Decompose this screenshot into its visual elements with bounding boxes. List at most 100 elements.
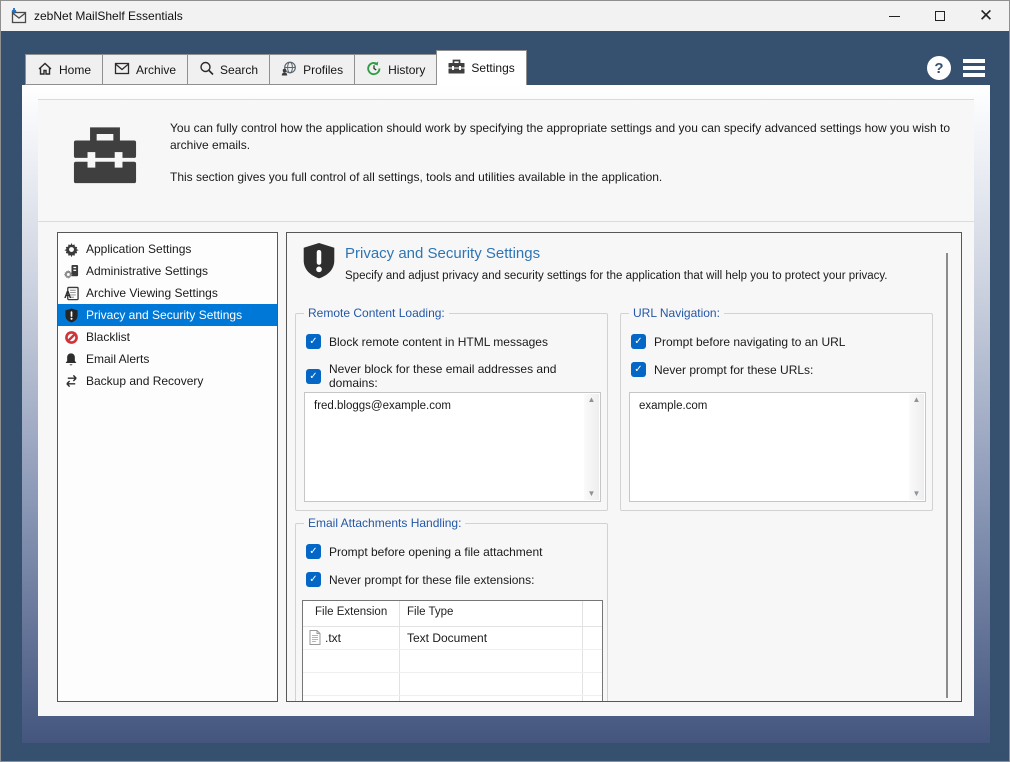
question-mark-icon: ? — [934, 60, 943, 77]
scroll-up-icon[interactable]: ▲ — [913, 396, 921, 404]
table-empty-row[interactable] — [303, 696, 602, 702]
table-row[interactable]: .txt Text Document — [303, 627, 602, 650]
group-email-attachments-handling: Email Attachments Handling: ✓ Prompt bef… — [295, 523, 608, 702]
allowed-addresses-list[interactable]: fred.bloggs@example.com ▲ ▼ — [304, 392, 601, 502]
checkbox-checked-icon[interactable]: ✓ — [306, 572, 321, 587]
group-url-navigation: URL Navigation: ✓ Prompt before navigati… — [620, 313, 933, 511]
tab-profiles[interactable]: Profiles — [270, 54, 355, 85]
tab-search[interactable]: Search — [188, 54, 270, 85]
settings-page: You can fully control how the applicatio… — [38, 99, 974, 716]
main-tab-bar: Home Archive Search Profiles History — [25, 50, 527, 85]
tab-history[interactable]: History — [355, 54, 437, 85]
checkbox-checked-icon[interactable]: ✓ — [306, 369, 321, 384]
sidebar-item-application-settings[interactable]: Application Settings — [58, 238, 277, 260]
sidebar-item-backup-and-recovery[interactable]: Backup and Recovery — [58, 370, 277, 392]
column-header-file-type[interactable]: File Type — [407, 606, 453, 618]
file-icon — [309, 630, 321, 648]
admin-gear-icon — [63, 263, 79, 279]
tab-settings[interactable]: Settings — [436, 50, 526, 85]
blacklist-icon — [63, 329, 79, 345]
header-paragraph-2: This section gives you full control of a… — [170, 169, 970, 186]
bell-icon — [63, 351, 79, 367]
list-item[interactable]: example.com — [639, 400, 707, 412]
checkbox-prompt-before-opening-attachment[interactable]: ✓ Prompt before opening a file attachmen… — [306, 544, 542, 559]
app-window: zebNet MailShelf Essentials ✕ Home Archi… — [0, 0, 1010, 762]
title-bar: zebNet MailShelf Essentials ✕ — [1, 1, 1009, 31]
window-title: zebNet MailShelf Essentials — [34, 9, 183, 23]
svg-text:A: A — [64, 290, 72, 301]
close-button[interactable]: ✕ — [963, 1, 1009, 31]
panel-subtitle: Specify and adjust privacy and security … — [345, 270, 887, 282]
table-empty-row[interactable] — [303, 650, 602, 673]
checkbox-checked-icon[interactable]: ✓ — [306, 334, 321, 349]
app-logo-icon — [10, 8, 28, 28]
header-paragraph-1: You can fully control how the applicatio… — [170, 120, 970, 155]
table-header-row: File Extension File Type — [303, 601, 602, 627]
checkbox-checked-icon[interactable]: ✓ — [631, 362, 646, 377]
checkbox-label: Never block for these email addresses an… — [329, 362, 607, 390]
sidebar-item-privacy-and-security[interactable]: Privacy and Security Settings — [58, 304, 277, 326]
cell-file-extension: .txt — [325, 631, 341, 645]
tab-label: Settings — [471, 61, 514, 75]
group-label: URL Navigation: — [629, 306, 724, 320]
shield-alert-icon — [63, 307, 79, 323]
archive-viewing-icon: A — [63, 285, 79, 301]
scroll-down-icon[interactable]: ▼ — [588, 490, 596, 498]
column-header-file-extension[interactable]: File Extension — [315, 606, 387, 618]
cell-file-type: Text Document — [407, 631, 487, 645]
profiles-globe-icon — [281, 61, 297, 79]
sidebar-item-email-alerts[interactable]: Email Alerts — [58, 348, 277, 370]
toolbox-large-icon — [72, 124, 138, 189]
checkbox-never-prompt-urls[interactable]: ✓ Never prompt for these URLs: — [631, 362, 813, 377]
shield-large-icon — [301, 241, 337, 284]
checkbox-label: Prompt before navigating to an URL — [654, 335, 845, 349]
group-remote-content-loading: Remote Content Loading: ✓ Block remote c… — [295, 313, 608, 511]
sidebar-item-administrative-settings[interactable]: Administrative Settings — [58, 260, 277, 282]
settings-category-list: Application Settings Administrative Sett… — [57, 232, 278, 702]
group-label: Remote Content Loading: — [304, 306, 449, 320]
panel-scrollbar[interactable] — [946, 253, 948, 698]
tab-label: Search — [220, 63, 258, 77]
checkbox-label: Prompt before opening a file attachment — [329, 545, 542, 559]
checkbox-never-block-addresses[interactable]: ✓ Never block for these email addresses … — [306, 362, 607, 390]
tab-archive[interactable]: Archive — [103, 54, 188, 85]
privacy-settings-panel: Privacy and Security Settings Specify an… — [286, 232, 962, 702]
sidebar-item-label: Archive Viewing Settings — [86, 286, 218, 300]
sidebar-item-label: Application Settings — [86, 242, 191, 256]
sidebar-item-label: Backup and Recovery — [86, 374, 203, 388]
checkbox-prompt-before-navigating[interactable]: ✓ Prompt before navigating to an URL — [631, 334, 845, 349]
allowed-urls-list[interactable]: example.com ▲ ▼ — [629, 392, 926, 502]
checkbox-checked-icon[interactable]: ✓ — [631, 334, 646, 349]
tab-label: Archive — [136, 63, 176, 77]
tab-label: Profiles — [303, 63, 343, 77]
sidebar-item-archive-viewing-settings[interactable]: A Archive Viewing Settings — [58, 282, 277, 304]
list-scrollbar[interactable]: ▲ ▼ — [584, 394, 599, 500]
checkbox-block-remote-content[interactable]: ✓ Block remote content in HTML messages — [306, 334, 548, 349]
hamburger-menu-button[interactable] — [963, 59, 985, 77]
table-empty-row[interactable] — [303, 673, 602, 696]
scroll-down-icon[interactable]: ▼ — [913, 490, 921, 498]
file-extensions-table[interactable]: File Extension File Type .txt Text Docum… — [302, 600, 603, 702]
list-scrollbar[interactable]: ▲ ▼ — [909, 394, 924, 500]
tab-label: Home — [59, 63, 91, 77]
minimize-button[interactable] — [871, 1, 917, 31]
envelope-icon — [114, 62, 130, 78]
panel-title: Privacy and Security Settings — [345, 245, 540, 262]
maximize-button[interactable] — [917, 1, 963, 31]
home-icon — [37, 61, 53, 79]
help-button[interactable]: ? — [927, 56, 951, 80]
tab-label: History — [388, 63, 425, 77]
content-card: You can fully control how the applicatio… — [22, 85, 990, 743]
tab-home[interactable]: Home — [25, 54, 103, 85]
checkbox-never-prompt-extensions[interactable]: ✓ Never prompt for these file extensions… — [306, 572, 534, 587]
sidebar-item-label: Administrative Settings — [86, 264, 208, 278]
gear-icon — [63, 241, 79, 257]
scroll-up-icon[interactable]: ▲ — [588, 396, 596, 404]
checkbox-label: Never prompt for these file extensions: — [329, 573, 534, 587]
history-icon — [366, 61, 382, 79]
checkbox-checked-icon[interactable]: ✓ — [306, 544, 321, 559]
sidebar-item-blacklist[interactable]: Blacklist — [58, 326, 277, 348]
group-label: Email Attachments Handling: — [304, 516, 465, 530]
list-item[interactable]: fred.bloggs@example.com — [314, 400, 451, 412]
checkbox-label: Block remote content in HTML messages — [329, 335, 548, 349]
